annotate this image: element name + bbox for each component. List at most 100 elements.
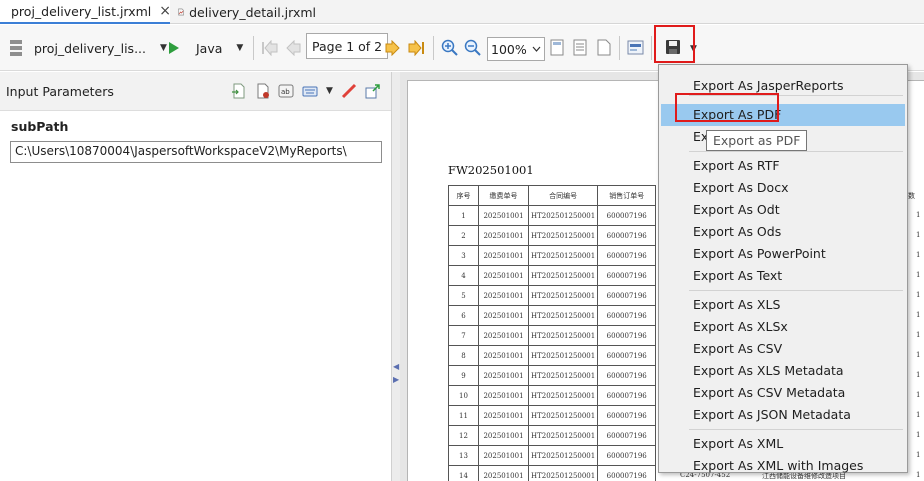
menu-item-export-as-xlsx[interactable]: Export As XLSx <box>693 319 788 334</box>
menu-item-export-as-ods[interactable]: Export As Ods <box>693 224 781 239</box>
data-adapter-label: proj_delivery_lis... <box>34 40 146 56</box>
report-cell: HT202501250001 <box>527 345 599 366</box>
report-title: FW202501001 <box>448 163 534 177</box>
menu-item-export-as-jasperreports[interactable]: Export As JasperReports <box>693 78 844 93</box>
last-page-icon[interactable] <box>408 40 426 56</box>
menu-separator <box>689 151 903 152</box>
zoom-value: 100% <box>491 41 527 57</box>
report-cell: 600007196 <box>597 345 657 366</box>
text-parameters-icon[interactable]: ab <box>278 83 294 99</box>
data-adapter-icon[interactable] <box>9 39 23 57</box>
tab-delivery-detail[interactable]: delivery_detail.jrxml <box>172 0 322 24</box>
clear-parameters-icon[interactable] <box>341 83 357 99</box>
report-cell: 202501001 <box>478 445 529 466</box>
report-cell: 14 <box>448 465 479 481</box>
report-cell: 202501001 <box>478 385 529 406</box>
report-cell: HT202501250001 <box>527 425 599 446</box>
report-cell: 600007196 <box>597 245 657 266</box>
report-cell: 1 <box>916 431 921 439</box>
report-cell: 2 <box>448 225 479 246</box>
report-cell: 6 <box>448 305 479 326</box>
partial-column-header: 数 <box>908 192 915 200</box>
table-row: 1 202501001 HT202501250001 600007196 <box>448 205 657 226</box>
report-cell: 13 <box>448 445 479 466</box>
panel-collapse-handle[interactable]: ◀ ▶ <box>392 72 400 481</box>
report-cell: HT202501250001 <box>527 445 599 466</box>
menu-item-export-as-xml-with-images[interactable]: Export As XML with Images <box>693 458 863 473</box>
report-view-icon[interactable] <box>627 40 644 55</box>
report-parameters-icon[interactable] <box>255 83 271 99</box>
collapse-left-icon[interactable]: ◀ <box>393 362 399 371</box>
zoom-in-icon[interactable] <box>441 39 458 56</box>
report-cell: 1 <box>916 231 921 239</box>
menu-item-export-as-xml[interactable]: Export As XML <box>693 436 783 451</box>
report-cell: 8 <box>448 345 479 366</box>
actual-size-icon[interactable] <box>550 39 564 56</box>
report-cell: HT202501250001 <box>527 405 599 426</box>
menu-separator <box>689 290 903 291</box>
tab-label: delivery_detail.jrxml <box>189 4 316 20</box>
report-cell: 600007196 <box>597 425 657 446</box>
menu-item-export-as-xls-metadata[interactable]: Export As XLS Metadata <box>693 363 844 378</box>
menu-item-export-as-json-metadata[interactable]: Export As JSON Metadata <box>693 407 851 422</box>
report-cell: 1 <box>916 331 921 339</box>
report-cell: 600007196 <box>597 325 657 346</box>
report-cell: 202501001 <box>478 285 529 306</box>
report-cell: HT202501250001 <box>527 385 599 406</box>
column-header: 合同编号 <box>527 185 599 206</box>
tab-proj-delivery-list[interactable]: proj_delivery_list.jrxml × <box>0 0 171 24</box>
first-page-icon[interactable] <box>261 40 279 56</box>
jaspersoft-studio-window: proj_delivery_list.jrxml × delivery_deta… <box>0 0 924 481</box>
report-cell: 1 <box>916 271 921 279</box>
menu-item-export-as-xls[interactable]: Export As XLS <box>693 297 780 312</box>
report-cell: 600007196 <box>597 225 657 246</box>
report-cell: 202501001 <box>478 245 529 266</box>
report-cell: 202501001 <box>478 305 529 326</box>
table-row: 11 202501001 HT202501250001 600007196 <box>448 405 657 426</box>
menu-item-export-as-docx[interactable]: Export As Docx <box>693 180 788 195</box>
toolbar-separator <box>253 36 254 60</box>
report-cell: 11 <box>448 405 479 426</box>
toolbar-separator <box>619 36 620 60</box>
report-cell: 600007196 <box>597 465 657 481</box>
apply-parameters-icon[interactable] <box>365 83 381 99</box>
report-cell: 9 <box>448 365 479 386</box>
table-row: 3 202501001 HT202501250001 600007196 <box>448 245 657 266</box>
export-menu: Export As JasperReports Export As PDF Expo… <box>658 64 908 473</box>
svg-text:ab: ab <box>281 88 290 96</box>
chevron-down-icon[interactable]: ▼ <box>326 86 333 96</box>
menu-item-export-as-powerpoint[interactable]: Export As PowerPoint <box>693 246 826 261</box>
menu-item-export-as-rtf[interactable]: Export As RTF <box>693 158 780 173</box>
import-parameters-icon[interactable] <box>231 83 247 99</box>
page-number-field[interactable]: Page 1 of 2 <box>306 33 389 59</box>
sub-path-input[interactable]: C:\Users\10870004\JaspersoftWorkspaceV2\… <box>10 141 382 163</box>
table-row: 14 202501001 HT202501250001 600007196 <box>448 465 657 481</box>
previous-page-icon[interactable] <box>285 40 301 56</box>
data-adapter-select[interactable]: proj_delivery_lis... ▼ <box>34 35 167 61</box>
table-row: 2 202501001 HT202501250001 600007196 <box>448 225 657 246</box>
chevron-down-icon: ▼ <box>160 43 167 53</box>
table-row: 7 202501001 HT202501250001 600007196 <box>448 325 657 346</box>
menu-item-export-as-odt[interactable]: Export As Odt <box>693 202 780 217</box>
menu-item-export-as-csv-metadata[interactable]: Export As CSV Metadata <box>693 385 845 400</box>
next-page-icon[interactable] <box>385 40 401 56</box>
fit-page-icon[interactable] <box>573 39 587 56</box>
menu-item-export-as-csv[interactable]: Export As CSV <box>693 341 782 356</box>
report-cell: 1 <box>916 371 921 379</box>
language-select[interactable]: Java ▼ <box>196 35 243 61</box>
zoom-out-icon[interactable] <box>464 39 481 56</box>
fit-width-icon[interactable] <box>597 39 611 56</box>
menu-item-export-as-text[interactable]: Export As Text <box>693 268 782 283</box>
table-row: 9 202501001 HT202501250001 600007196 <box>448 365 657 386</box>
zoom-select[interactable]: 100% <box>487 36 545 62</box>
report-cell: 1 <box>916 211 921 219</box>
keyboard-icon[interactable] <box>302 83 318 99</box>
close-tab-icon[interactable]: × <box>159 3 171 19</box>
run-report-icon[interactable] <box>168 41 180 55</box>
report-cell: 600007196 <box>597 365 657 386</box>
table-row: 4 202501001 HT202501250001 600007196 <box>448 265 657 286</box>
report-cell: 600007196 <box>597 385 657 406</box>
report-cell: 202501001 <box>478 345 529 366</box>
export-pdf-tooltip: Export as PDF <box>706 130 808 151</box>
expand-right-icon[interactable]: ▶ <box>393 375 399 384</box>
